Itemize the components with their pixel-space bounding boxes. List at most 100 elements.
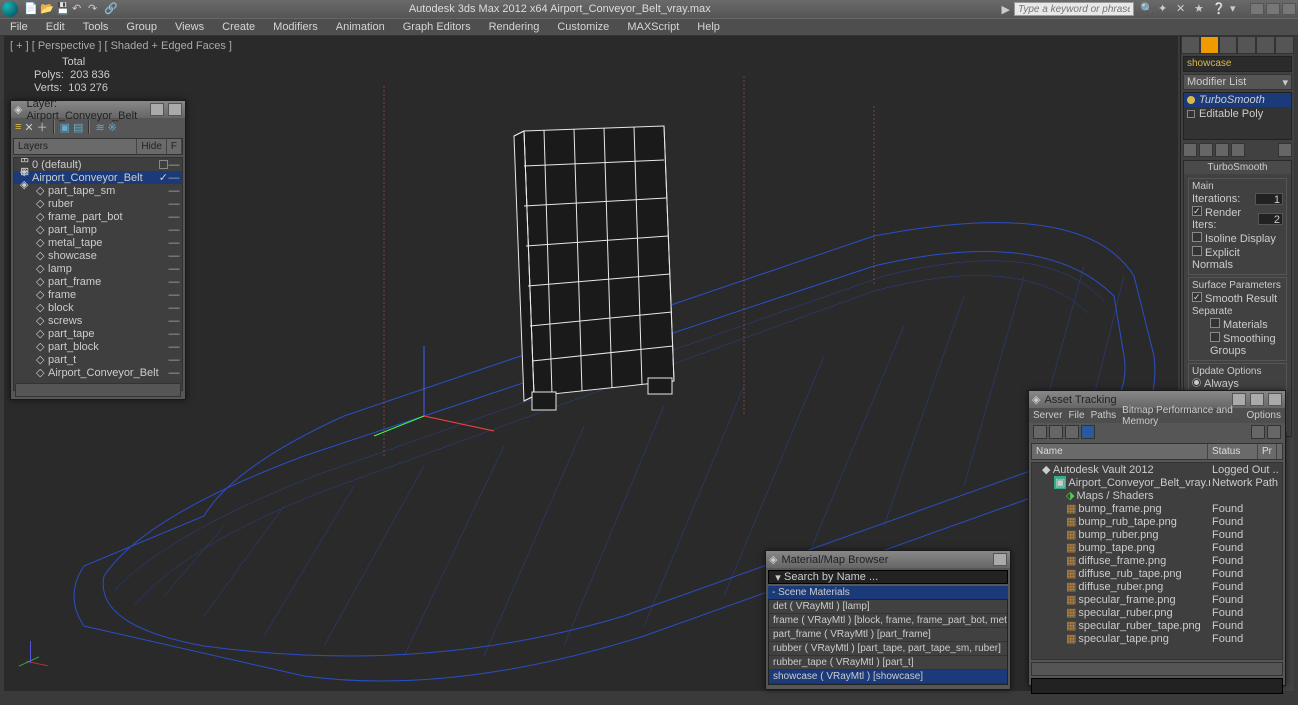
display-tab-icon[interactable] xyxy=(1256,36,1275,54)
material-search-input[interactable]: ▾ Search by Name ... xyxy=(768,570,1008,584)
search-options-icon[interactable]: ▾ xyxy=(772,571,784,583)
layer-icon[interactable]: ◇ xyxy=(36,340,48,353)
layer-icon[interactable]: ◇ xyxy=(36,249,48,262)
col-hide[interactable]: Hide xyxy=(137,139,167,154)
col-f[interactable]: F xyxy=(167,139,182,154)
material-close-button[interactable] xyxy=(993,553,1007,566)
menu-edit[interactable]: Edit xyxy=(40,21,71,33)
layer-row[interactable]: ◇block— xyxy=(14,301,182,314)
undo-icon[interactable]: ↶ xyxy=(72,2,86,16)
scene-materials-section[interactable]: - Scene Materials xyxy=(768,586,1008,599)
layer-icon[interactable]: ◇ xyxy=(36,262,48,275)
asset-menu-file[interactable]: File xyxy=(1068,410,1084,421)
asset-row[interactable]: ▦ specular_ruber_tape.pngFound xyxy=(1032,619,1282,632)
select-layers-icon[interactable]: ▤ xyxy=(73,121,83,134)
asset-menu-server[interactable]: Server xyxy=(1033,410,1062,421)
freeze-layer-icon[interactable]: ※ xyxy=(108,121,117,134)
layer-list[interactable]: ⊞ ◈0 (default)—⊟ ◈Airport_Conveyor_Belt✓… xyxy=(13,157,183,391)
layer-icon[interactable]: ◇ xyxy=(36,236,48,249)
hierarchy-tab-icon[interactable] xyxy=(1219,36,1238,54)
asset-row[interactable]: ▦ diffuse_frame.pngFound xyxy=(1032,554,1282,567)
menu-views[interactable]: Views xyxy=(169,21,210,33)
material-item[interactable]: frame ( VRayMtl ) [block, frame, frame_p… xyxy=(769,614,1007,628)
layer-row[interactable]: ◇Airport_Conveyor_Belt— xyxy=(14,366,182,379)
asset-tracking-panel[interactable]: ◈ Asset Tracking ServerFilePathsBitmap P… xyxy=(1028,390,1286,686)
add-to-layer-icon[interactable]: ＋ xyxy=(37,119,48,135)
layer-row[interactable]: ◇part_lamp— xyxy=(14,223,182,236)
show-end-result-icon[interactable] xyxy=(1199,143,1213,157)
make-unique-icon[interactable] xyxy=(1215,143,1229,157)
layer-icon[interactable]: ◇ xyxy=(36,210,48,223)
close-button[interactable] xyxy=(1282,3,1296,15)
asset-close-button[interactable] xyxy=(1268,393,1282,406)
layer-icon[interactable]: ◇ xyxy=(36,327,48,340)
asset-row[interactable]: ◆ Autodesk Vault 2012Logged Out ... xyxy=(1032,463,1282,476)
help-search-input[interactable] xyxy=(1014,2,1134,16)
hide-layer-icon[interactable]: ≋ xyxy=(95,121,104,134)
menu-maxscript[interactable]: MAXScript xyxy=(621,21,685,33)
new-icon[interactable]: 📄 xyxy=(24,2,38,16)
menu-file[interactable]: File xyxy=(4,21,34,33)
menu-help[interactable]: Help xyxy=(691,21,726,33)
layer-icon[interactable]: ◇ xyxy=(36,301,48,314)
rollout-title[interactable]: TurboSmooth xyxy=(1184,161,1291,174)
col-layers[interactable]: Layers xyxy=(14,139,137,154)
modifier-row[interactable]: TurboSmooth xyxy=(1184,93,1291,107)
asset-opt2-icon[interactable] xyxy=(1267,425,1281,439)
subscription-icon[interactable]: ✦ xyxy=(1158,2,1172,16)
layer-panel-titlebar[interactable]: ◈ Layer: Airport_Conveyor_Belt xyxy=(11,101,185,118)
pin-stack-icon[interactable] xyxy=(1183,143,1197,157)
panel-help-button[interactable] xyxy=(150,103,164,116)
favorites-icon[interactable]: ★ xyxy=(1194,2,1208,16)
asset-max-button[interactable] xyxy=(1250,393,1264,406)
save-icon[interactable]: 💾 xyxy=(56,2,70,16)
render-iters-spinner[interactable]: 2 xyxy=(1258,213,1283,225)
layer-row[interactable]: ◇part_frame— xyxy=(14,275,182,288)
minimize-button[interactable] xyxy=(1250,3,1264,15)
open-icon[interactable]: 📂 xyxy=(40,2,54,16)
material-item[interactable]: showcase ( VRayMtl ) [showcase] xyxy=(769,670,1007,684)
remove-modifier-icon[interactable] xyxy=(1231,143,1245,157)
info-arrow-icon[interactable]: ▶ xyxy=(1002,3,1010,16)
layer-row[interactable]: ◇lamp— xyxy=(14,262,182,275)
layer-icon[interactable]: ◇ xyxy=(36,288,48,301)
menu-graph-editors[interactable]: Graph Editors xyxy=(397,21,477,33)
modify-tab-icon[interactable] xyxy=(1200,36,1219,54)
layer-row[interactable]: ◇part_tape_sm— xyxy=(14,184,182,197)
table-view-icon[interactable] xyxy=(1081,425,1095,439)
layer-icon[interactable]: ◇ xyxy=(36,366,48,379)
sep-materials-checkbox[interactable] xyxy=(1210,318,1220,328)
bulb-icon[interactable] xyxy=(1187,96,1195,104)
asset-menu-bitmap-performance-and-memory[interactable]: Bitmap Performance and Memory xyxy=(1122,405,1240,427)
modifier-row[interactable]: Editable Poly xyxy=(1184,107,1291,121)
asset-status-bar[interactable] xyxy=(1031,678,1283,694)
layer-icon[interactable]: ◇ xyxy=(36,275,48,288)
motion-tab-icon[interactable] xyxy=(1237,36,1256,54)
help-icon[interactable]: ❔ xyxy=(1212,2,1226,16)
modifier-list-dropdown[interactable]: Modifier List ▾ xyxy=(1183,74,1292,90)
material-item[interactable]: rubber ( VRayMtl ) [part_tape, part_tape… xyxy=(769,642,1007,656)
layer-row[interactable]: ◇metal_tape— xyxy=(14,236,182,249)
asset-menu-paths[interactable]: Paths xyxy=(1091,410,1117,421)
layer-row[interactable]: ◇frame_part_bot— xyxy=(14,210,182,223)
panel-close-button[interactable] xyxy=(168,103,182,116)
asset-row[interactable]: ▦ bump_rub_tape.pngFound xyxy=(1032,515,1282,528)
layer-visibility-box[interactable] xyxy=(159,160,168,169)
layer-row[interactable]: ◇part_tape— xyxy=(14,327,182,340)
object-name-field[interactable]: showcase xyxy=(1183,56,1292,72)
material-browser-titlebar[interactable]: ◈ Material/Map Browser xyxy=(766,551,1010,568)
sep-smg-checkbox[interactable] xyxy=(1210,332,1220,342)
material-item[interactable]: part_frame ( VRayMtl ) [part_frame] xyxy=(769,628,1007,642)
asset-row[interactable]: ▦ specular_tape.pngFound xyxy=(1032,632,1282,645)
layer-row[interactable]: ◇part_t— xyxy=(14,353,182,366)
asset-row[interactable]: ▦ diffuse_ruber.pngFound xyxy=(1032,580,1282,593)
app-icon[interactable] xyxy=(2,1,18,17)
asset-row[interactable] xyxy=(1032,645,1282,658)
col-status[interactable]: Status xyxy=(1208,444,1258,459)
layer-row[interactable]: ◇screws— xyxy=(14,314,182,327)
asset-row[interactable]: ▦ specular_ruber.pngFound xyxy=(1032,606,1282,619)
help-drop-icon[interactable]: ▾ xyxy=(1230,2,1244,16)
layer-row[interactable]: ⊞ ◈0 (default)— xyxy=(14,158,182,171)
utilities-tab-icon[interactable] xyxy=(1275,36,1294,54)
redo-icon[interactable]: ↷ xyxy=(88,2,102,16)
